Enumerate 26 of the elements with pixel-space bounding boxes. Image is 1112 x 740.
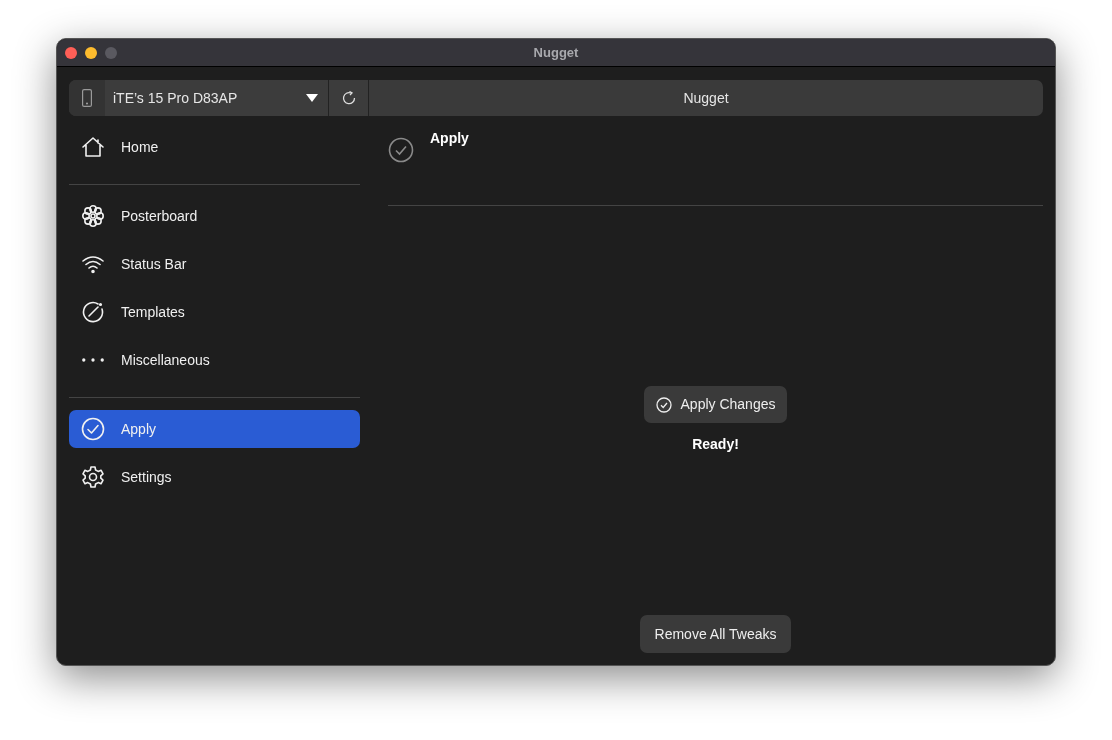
refresh-icon xyxy=(341,91,356,105)
sidebar-item[interactable]: Templates xyxy=(69,293,360,331)
toolbar-title: Nugget xyxy=(683,88,729,108)
checkmark-circle-icon xyxy=(388,137,414,163)
settings-icon xyxy=(81,465,105,489)
minimize-button[interactable] xyxy=(85,46,97,59)
flower-icon xyxy=(81,204,105,228)
sidebar-item[interactable]: Apply xyxy=(69,410,360,448)
checkmark-circle-icon xyxy=(655,396,672,413)
dropdown-caret-icon xyxy=(306,94,318,102)
pencil-circle-icon xyxy=(81,300,105,324)
apply-changes-button[interactable]: Apply Changes xyxy=(643,386,788,423)
page-title: Apply xyxy=(430,129,469,148)
sidebar-item[interactable]: Posterboard xyxy=(69,197,360,235)
sidebar-item[interactable]: Status Bar xyxy=(69,245,360,283)
phone-icon xyxy=(82,89,92,107)
checkmark-circle-icon xyxy=(81,417,105,441)
sidebar-item[interactable]: Home xyxy=(69,128,360,166)
remove-all-tweaks-button[interactable]: Remove All Tweaks xyxy=(639,615,792,653)
dots-icon xyxy=(81,357,105,363)
close-button[interactable] xyxy=(65,46,77,59)
sidebar-item[interactable]: Settings xyxy=(69,458,360,496)
window-title: Nugget xyxy=(533,43,579,62)
home-icon xyxy=(81,135,105,159)
sidebar-item[interactable]: Miscellaneous xyxy=(69,341,360,379)
status-text: Ready! xyxy=(692,435,739,454)
